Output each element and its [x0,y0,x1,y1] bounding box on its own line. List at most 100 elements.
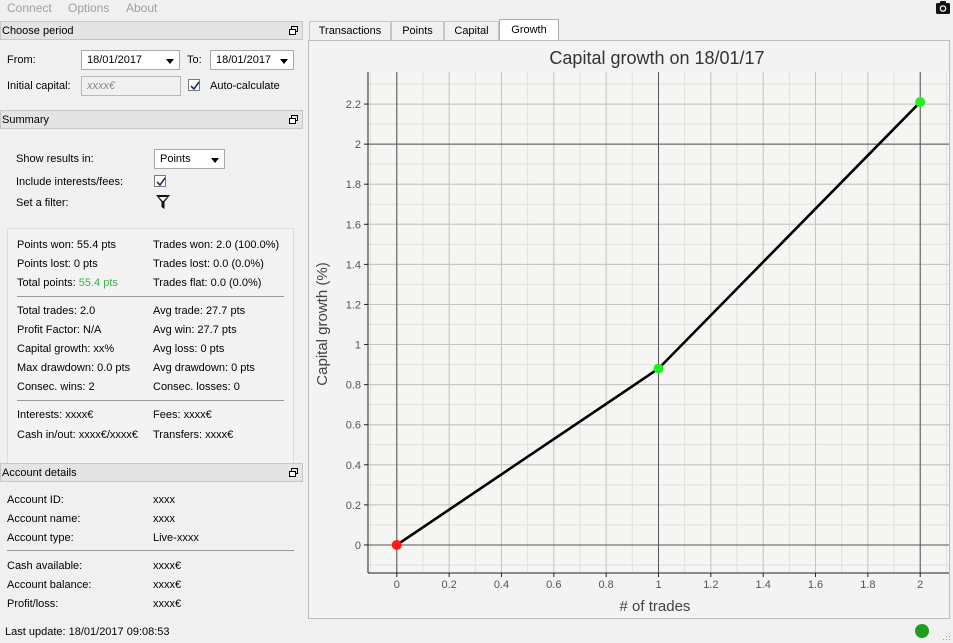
checkmark-icon [190,81,200,91]
choose-period-header: Choose period [0,21,303,40]
y-tick-label: 2.2 [346,99,361,111]
x-tick-label: 0.2 [441,579,456,591]
cash-available-value: xxxx€ [153,560,182,572]
total-points-value: 55.4 pts [78,277,118,289]
consec-wins: Consec. wins: 2 [17,381,95,393]
account-details-title: Account details [2,467,77,479]
divider [17,400,284,401]
trades-lost: Trades lost: 0.0 (0.0%) [153,258,264,270]
max-drawdown: Max drawdown: 0.0 pts [17,362,131,374]
show-results-label: Show results in: [16,153,94,165]
y-tick-label: 0.2 [346,500,361,512]
from-label: From: [7,54,36,66]
y-tick-label: 1 [355,340,361,352]
x-tick-label: 1 [655,579,661,591]
initial-capital-placeholder: xxxx€ [87,80,116,92]
avg-drawdown: Avg drawdown: 0 pts [153,362,255,374]
choose-period-title: Choose period [2,25,74,37]
tab-points[interactable]: Points [391,21,444,40]
y-tick-label: 1.2 [346,299,361,311]
cash-in-out: Cash in/out: xxxx€/xxxx€ [17,429,139,441]
divider [7,550,294,551]
float-panel-icon[interactable] [289,468,298,477]
y-axis-label: Capital growth (%) [314,262,331,385]
growth-chart-panel: 0 0.2 0.4 0.6 0.8 1 1.2 1.4 1.6 1.8 2 0 0.2 0.4 0.6 0.8… [308,40,950,619]
avg-loss: Avg loss: 0 pts [153,343,225,355]
filter-icon[interactable] [155,194,171,211]
y-tick-label: 2 [355,139,361,151]
y-tick-label: 0.6 [346,420,361,432]
chevron-down-icon [280,59,288,64]
tab-capital[interactable]: Capital [444,21,499,40]
auto-calculate-checkbox[interactable] [188,79,200,91]
capital-growth: Capital growth: xx% [17,343,115,355]
y-tick-label: 1.6 [346,219,361,231]
menu-about[interactable]: About [126,1,157,15]
transfers: Transfers: xxxx€ [153,429,234,441]
float-panel-icon[interactable] [289,115,298,124]
from-date-picker[interactable]: 18/01/2017 [81,50,180,70]
to-label: To: [187,54,202,66]
account-balance-value: xxxx€ [153,579,182,591]
account-details-header: Account details [0,463,303,482]
tab-growth[interactable]: Growth [499,19,559,40]
data-point [391,539,402,550]
y-tick-label: 1.4 [346,259,361,271]
growth-chart: 0 0.2 0.4 0.6 0.8 1 1.2 1.4 1.6 1.8 2 0 0.2 0.4 0.6 0.8… [314,48,949,615]
menu-bar: Connect Options About [0,0,953,17]
float-panel-icon[interactable] [289,26,298,35]
initial-capital-label: Initial capital: [7,80,71,92]
account-name-value: xxxx [153,513,175,525]
connection-status-indicator [915,624,929,638]
tab-label: Growth [511,24,547,36]
show-results-value: Points [160,153,191,165]
show-results-select[interactable]: Points [154,149,225,169]
total-points-label: Total points: [17,277,76,289]
trades-won: Trades won: 2.0 (100.0%) [153,239,280,251]
left-panel: Choose period From: 18/01/2017 To: 18/01… [0,18,303,643]
divider [17,296,284,297]
tab-label: Capital [454,25,489,37]
tab-label: Transactions [318,25,382,37]
y-tick-label: 0.8 [346,380,361,392]
points-lost: Points lost: 0 pts [17,258,98,270]
profit-loss-label: Profit/loss: [7,598,59,610]
auto-calculate-label: Auto-calculate [210,80,280,92]
chevron-down-icon [211,158,219,163]
x-tick-label: 0.4 [494,579,509,591]
x-tick-label: 1.6 [808,579,823,591]
resize-grip-icon[interactable] [943,633,951,641]
total-trades: Total trades: 2.0 [17,305,96,317]
include-fees-checkbox[interactable] [154,175,166,187]
profit-loss-value: xxxx€ [153,598,182,610]
x-tick-label: 0 [394,579,400,591]
account-balance-label: Account balance: [7,579,92,591]
chevron-down-icon [166,59,174,64]
y-tick-label: 0 [355,540,361,552]
menu-connect[interactable]: Connect [7,1,52,15]
tab-label: Points [402,25,433,37]
to-date-picker[interactable]: 18/01/2017 [210,50,294,70]
consec-losses: Consec. losses: 0 [153,381,240,393]
y-tick-label: 0.4 [346,460,361,472]
x-axis-label: # of trades [620,598,691,615]
x-tick-label: 0.6 [546,579,561,591]
filter-label: Set a filter: [16,197,69,209]
avg-win: Avg win: 27.7 pts [153,324,237,336]
initial-capital-input[interactable]: xxxx€ [81,76,181,96]
x-tick-label: 1.2 [703,579,718,591]
menu-options[interactable]: Options [68,1,109,15]
summary-title: Summary [2,114,50,126]
checkmark-icon [156,177,166,187]
tab-transactions[interactable]: Transactions [309,21,391,40]
account-type-value: Live-xxxx [153,532,199,544]
cash-available-label: Cash available: [7,560,83,572]
y-tick-label: 1.8 [346,179,361,191]
interests: Interests: xxxx€ [17,409,94,421]
total-points: Total points: 55.4 pts [17,277,118,289]
avg-trade: Avg trade: 27.7 pts [153,305,246,317]
x-tick-label: 2 [917,579,923,591]
camera-icon[interactable] [935,0,951,15]
points-won: Points won: 55.4 pts [17,239,117,251]
summary-header: Summary [0,110,303,129]
